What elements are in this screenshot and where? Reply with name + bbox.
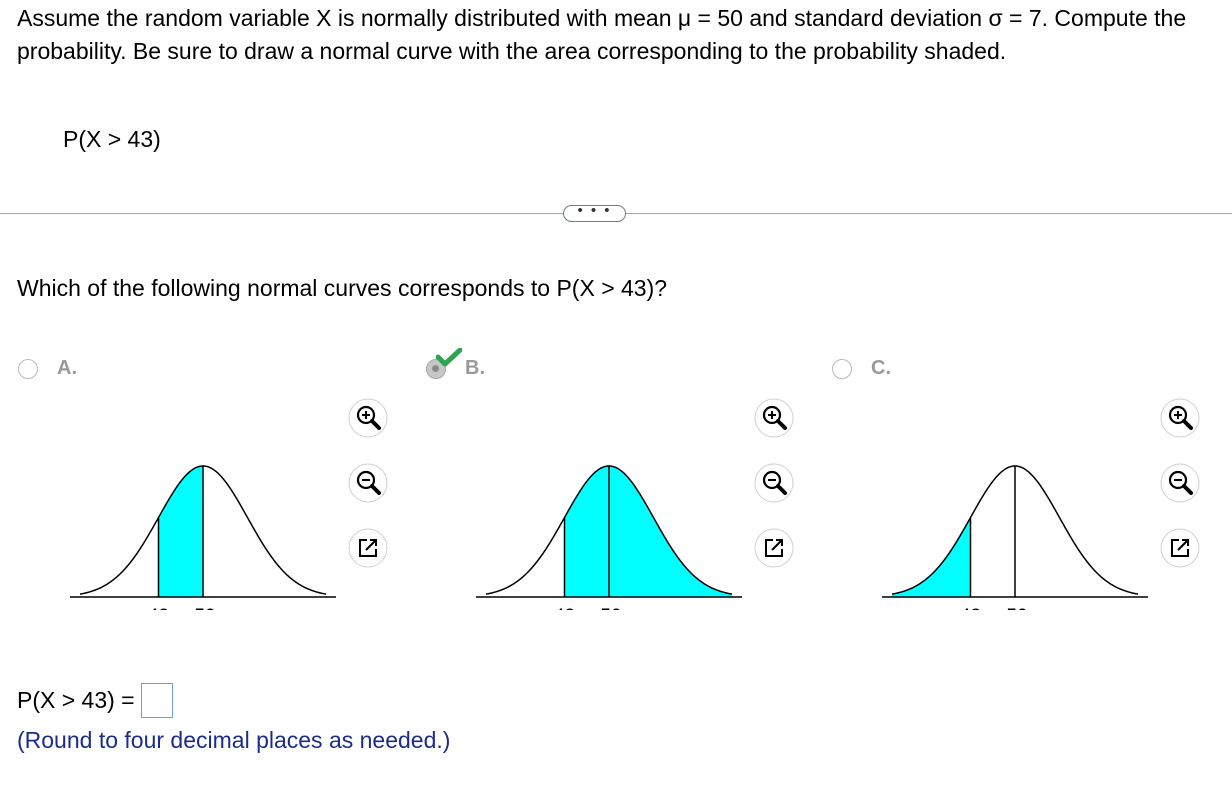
option-a-shaded-area xyxy=(158,466,203,597)
probability-expression: P(X > 43) xyxy=(63,126,161,152)
option-a-label: A. xyxy=(57,357,77,379)
expand-more-button[interactable]: • • • xyxy=(563,203,626,222)
option-a-tick-43: 43 xyxy=(148,606,169,610)
option-b-graph: 43 50 xyxy=(476,465,742,610)
option-c-zoom-in-icon[interactable] xyxy=(1160,398,1200,438)
option-c-pop-out-icon[interactable] xyxy=(1160,528,1200,568)
option-b-label: B. xyxy=(465,357,485,379)
option-b-shaded-area xyxy=(564,466,732,597)
option-c-tick-50: 50 xyxy=(1006,606,1027,610)
option-b-tick-43: 43 xyxy=(554,606,575,610)
option-c-tick-43: 43 xyxy=(960,606,981,610)
sub-question-text: Which of the following normal curves cor… xyxy=(17,275,668,301)
option-a-tick-50: 50 xyxy=(194,606,215,610)
rounding-note: (Round to four decimal places as needed.… xyxy=(17,727,451,753)
option-c-graph: 43 50 xyxy=(882,465,1148,610)
option-b-tick-50: 50 xyxy=(600,606,621,610)
correct-check-icon xyxy=(436,348,462,367)
option-b-pop-out-icon[interactable] xyxy=(754,528,794,568)
option-a-zoom-out-icon[interactable] xyxy=(348,463,388,503)
option-a-pop-out-icon[interactable] xyxy=(348,528,388,568)
option-a-graph: 43 50 xyxy=(70,465,336,610)
option-b-zoom-out-icon[interactable] xyxy=(754,463,794,503)
answer-row: P(X > 43) = xyxy=(17,683,173,718)
answer-label: P(X > 43) = xyxy=(17,687,135,713)
option-c-zoom-out-icon[interactable] xyxy=(1160,463,1200,503)
option-c-label: C. xyxy=(871,357,891,379)
question-text: Assume the random variable X is normally… xyxy=(17,5,1187,64)
option-c-radio[interactable] xyxy=(832,359,852,379)
option-a-zoom-in-icon[interactable] xyxy=(348,398,388,438)
option-b-zoom-in-icon[interactable] xyxy=(754,398,794,438)
option-c-shaded-area xyxy=(892,518,971,597)
answer-input[interactable] xyxy=(140,683,173,718)
option-a-radio[interactable] xyxy=(18,359,38,379)
